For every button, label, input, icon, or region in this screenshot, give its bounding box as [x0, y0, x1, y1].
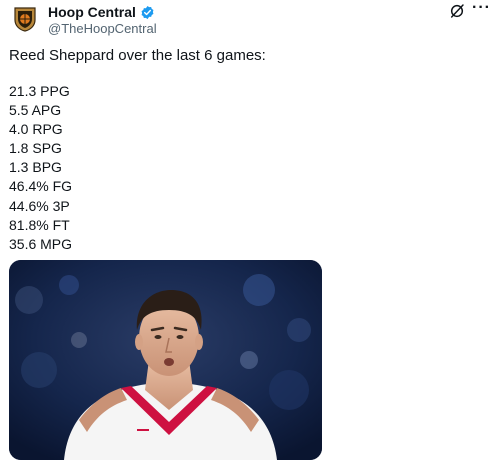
stat-line: 21.3 PPG — [9, 83, 70, 99]
stat-line: 44.6% 3P — [9, 197, 70, 214]
verified-badge-icon — [141, 5, 154, 20]
stat-line: 35.6 MPG — [9, 235, 73, 252]
author-name-row: Hoop Central — [48, 4, 155, 21]
more-options-icon[interactable]: ··· — [472, 0, 491, 18]
grok-icon[interactable] — [449, 3, 465, 19]
player-photo — [9, 260, 322, 460]
stat-line: 46.4% FG — [9, 178, 73, 195]
tweet-text: Reed Sheppard over the last 6 games: — [9, 47, 266, 64]
author-display-name[interactable]: Hoop Central — [48, 4, 136, 21]
stat-line: 5.5 APG — [9, 102, 62, 119]
author-handle[interactable]: @TheHoopCentral — [48, 21, 157, 37]
stat-line: 1.8 SPG — [9, 140, 62, 157]
avatar[interactable] — [13, 6, 37, 32]
stat-line: 4.0 RPG — [9, 121, 63, 138]
stat-line: 81.8% FT — [9, 216, 70, 233]
stat-line: 1.3 BPG — [9, 159, 62, 176]
tweet-media-photo[interactable] — [9, 260, 322, 460]
stat-list: 21.3 PPG 5.5 APG 4.0 RPG 1.8 SPG 1.3 BPG… — [9, 82, 72, 254]
